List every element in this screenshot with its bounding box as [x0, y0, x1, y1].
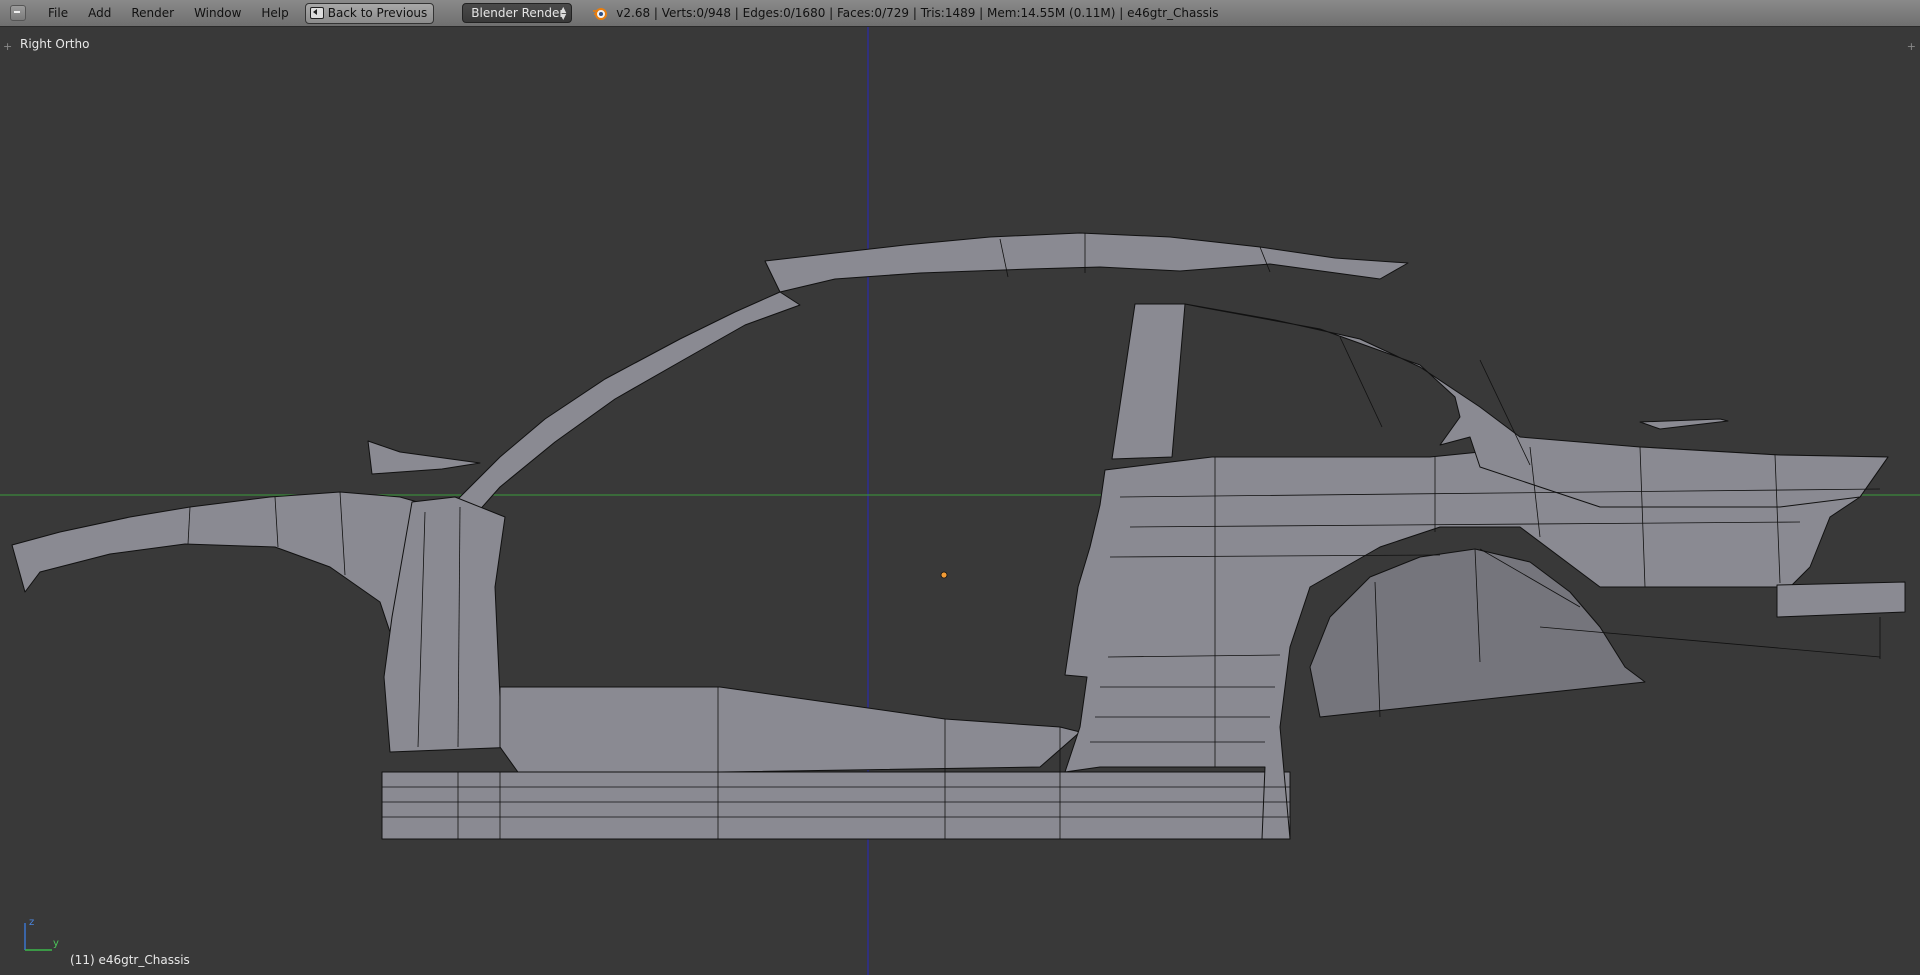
editor-type-button[interactable]	[10, 5, 26, 21]
front-fender-top	[367, 440, 481, 475]
render-engine-select[interactable]: Blender Render ▲ ▼	[462, 3, 573, 23]
roof-panel	[764, 232, 1409, 293]
axis-z-label: z	[29, 917, 35, 928]
info-header: File Add Render Window Help Back to Prev…	[0, 0, 1920, 27]
render-engine-value: Blender Render	[471, 6, 565, 20]
menu-help[interactable]: Help	[251, 0, 298, 27]
object-origin-point[interactable]	[940, 571, 948, 579]
active-object-label: (11) e46gtr_Chassis	[70, 953, 190, 967]
menu-add[interactable]: Add	[78, 0, 121, 27]
menu-window[interactable]: Window	[184, 0, 251, 27]
rocker-base	[381, 771, 1291, 840]
b-pillar	[1111, 303, 1186, 460]
back-to-previous-button[interactable]: Back to Previous	[304, 2, 435, 24]
mesh-viewport-canvas	[0, 27, 1920, 975]
select-arrows-icon: ▲ ▼	[560, 5, 567, 21]
rear-bumper	[1776, 581, 1906, 618]
car-chassis-mesh	[11, 232, 1906, 840]
sill-panel	[499, 686, 1081, 776]
back-to-previous-label: Back to Previous	[327, 6, 428, 20]
menu-render[interactable]: Render	[121, 0, 184, 27]
menu-file[interactable]: File	[38, 0, 78, 27]
scene-statistics: v2.68 | Verts:0/948 | Edges:0/1680 | Fac…	[616, 6, 1219, 20]
axis-y-label: y	[53, 938, 59, 949]
blender-logo-icon	[593, 8, 608, 20]
rear-spoiler	[1639, 418, 1729, 430]
3d-viewport[interactable]: Right Ortho + + z y (11) e46gtr_Chassis	[0, 27, 1920, 975]
back-icon	[309, 7, 324, 19]
front-hood	[11, 491, 436, 648]
